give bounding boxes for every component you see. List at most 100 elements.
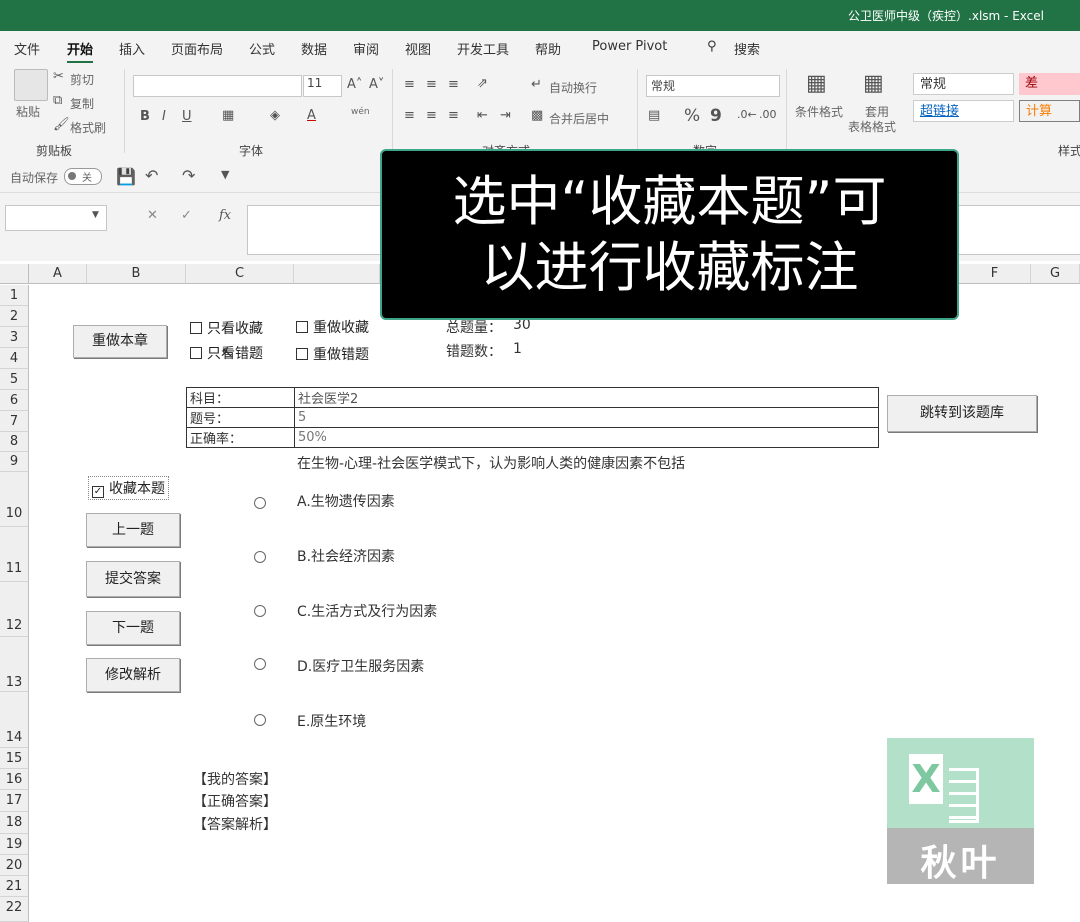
name-box-dropdown-icon[interactable]: ▼ <box>92 210 99 220</box>
submit-answer-button[interactable]: 提交答案 <box>86 561 180 597</box>
conditional-format-icon[interactable]: ▦ <box>806 71 827 96</box>
currency-icon[interactable]: ▤ <box>648 108 660 123</box>
column-header-d[interactable] <box>294 264 380 284</box>
option-e-label[interactable]: E.原生环境 <box>297 711 366 731</box>
redo-chapter-button[interactable]: 重做本章 <box>73 325 167 358</box>
column-header-a[interactable]: A <box>29 264 87 284</box>
option-c-label[interactable]: C.生活方式及行为因素 <box>297 601 437 621</box>
autosave-toggle[interactable]: 关 <box>64 168 102 185</box>
row-header[interactable]: 4 <box>0 348 29 369</box>
comma-button[interactable]: 9 <box>710 106 722 126</box>
option-d-label[interactable]: D.医疗卫生服务因素 <box>297 656 424 676</box>
row-header[interactable]: 16 <box>0 769 29 790</box>
row-header[interactable]: 13 <box>0 637 29 692</box>
column-header-b[interactable]: B <box>87 264 186 284</box>
save-icon[interactable]: 💾 <box>116 167 136 186</box>
copy-icon[interactable]: ⧉ <box>53 93 62 108</box>
underline-button[interactable]: U <box>182 109 192 124</box>
style-bad[interactable]: 差 <box>1019 73 1080 95</box>
style-calculation[interactable]: 计算 <box>1019 100 1080 122</box>
style-normal[interactable]: 常规 <box>913 73 1014 95</box>
favorite-question-checkbox[interactable]: ✓ 收藏本题 <box>88 476 169 500</box>
option-b-label[interactable]: B.社会经济因素 <box>297 546 395 566</box>
next-question-button[interactable]: 下一题 <box>86 611 180 645</box>
redo-favorites-checkbox[interactable]: 重做收藏 <box>296 317 369 337</box>
customize-qat-icon[interactable]: ▼ <box>221 168 229 181</box>
option-a-radio[interactable] <box>254 497 266 509</box>
conditional-format-button[interactable]: 条件格式 <box>795 103 843 120</box>
row-header[interactable]: 18 <box>0 812 29 834</box>
subject-value[interactable]: 社会医学2 <box>294 387 879 408</box>
cancel-icon[interactable]: ✕ <box>147 208 158 223</box>
row-header[interactable]: 17 <box>0 790 29 812</box>
orientation-icon[interactable]: ⇗ <box>477 76 488 91</box>
table-format-button-line2[interactable]: 表格格式 <box>848 118 896 135</box>
row-header[interactable]: 11 <box>0 527 29 582</box>
tab-home[interactable]: 开始 <box>67 39 94 64</box>
column-header-f[interactable]: F <box>959 264 1031 284</box>
redo-wrong-checkbox[interactable]: 重做错题 <box>296 344 369 364</box>
font-shrink-icon[interactable]: A˅ <box>369 77 384 92</box>
decrease-indent-icon[interactable]: ⇤ <box>477 108 488 123</box>
row-header[interactable]: 9 <box>0 452 29 472</box>
number-format-select[interactable]: 常规 <box>646 75 780 97</box>
row-header[interactable]: 6 <box>0 390 29 411</box>
row-header[interactable]: 3 <box>0 327 29 348</box>
accuracy-value[interactable]: 50% <box>294 427 879 448</box>
tab-insert[interactable]: 插入 <box>119 39 145 58</box>
fill-color-icon[interactable]: ◈ <box>270 108 280 123</box>
tab-developer[interactable]: 开发工具 <box>457 39 509 58</box>
cut-button[interactable]: 剪切 <box>70 71 94 88</box>
decrease-decimal-icon[interactable]: .00 <box>759 108 777 121</box>
font-color-icon[interactable]: A <box>307 108 316 123</box>
tab-review[interactable]: 审阅 <box>353 39 379 58</box>
edit-analysis-button[interactable]: 修改解析 <box>86 658 180 692</box>
copy-button[interactable]: 复制 <box>70 95 94 112</box>
row-header[interactable]: 7 <box>0 411 29 432</box>
select-all-corner[interactable] <box>0 264 29 284</box>
row-header[interactable]: 2 <box>0 306 29 327</box>
row-header[interactable]: 5 <box>0 369 29 390</box>
align-left-icon[interactable]: ≡ <box>404 108 415 123</box>
tab-power-pivot[interactable]: Power Pivot <box>592 39 667 54</box>
only-favorites-checkbox[interactable]: 只看收藏 <box>190 318 263 338</box>
jump-to-bank-button[interactable]: 跳转到该题库 <box>887 395 1037 432</box>
option-e-radio[interactable] <box>254 714 266 726</box>
font-size-select[interactable]: 11 <box>303 75 342 97</box>
tab-formulas[interactable]: 公式 <box>249 39 275 58</box>
cut-icon[interactable]: ✂ <box>53 69 64 84</box>
enter-icon[interactable]: ✓ <box>181 208 192 223</box>
merge-center-button[interactable]: 合并后居中 <box>549 110 609 127</box>
row-header[interactable]: 19 <box>0 834 29 855</box>
wrap-text-icon[interactable]: ↵ <box>531 77 542 92</box>
tab-data[interactable]: 数据 <box>301 39 327 58</box>
option-c-radio[interactable] <box>254 605 266 617</box>
column-header-c[interactable]: C <box>186 264 294 284</box>
align-middle-icon[interactable]: ≡ <box>426 77 437 92</box>
insert-function-button[interactable]: fx <box>219 208 231 223</box>
row-header[interactable]: 10 <box>0 472 29 527</box>
align-center-icon[interactable]: ≡ <box>426 108 437 123</box>
option-b-radio[interactable] <box>254 551 266 563</box>
row-header[interactable]: 21 <box>0 876 29 897</box>
format-painter-button[interactable]: 格式刷 <box>70 119 106 136</box>
row-header[interactable]: 22 <box>0 897 29 922</box>
phonetic-icon[interactable]: wén <box>351 107 370 117</box>
search-icon[interactable]: ⚲ <box>707 39 717 54</box>
tab-file[interactable]: 文件 <box>14 39 40 58</box>
style-hyperlink[interactable]: 超链接 <box>913 100 1014 122</box>
question-number-value[interactable]: 5 <box>294 407 879 428</box>
row-header[interactable]: 1 <box>0 285 29 306</box>
redo-icon[interactable]: ↷ <box>182 166 195 185</box>
align-bottom-icon[interactable]: ≡ <box>448 77 459 92</box>
align-top-icon[interactable]: ≡ <box>404 77 415 92</box>
border-icon[interactable]: ▦ <box>222 108 234 123</box>
font-name-select[interactable] <box>133 75 302 97</box>
table-format-icon[interactable]: ▦ <box>863 71 884 96</box>
row-header[interactable]: 12 <box>0 582 29 637</box>
format-painter-icon[interactable]: 🖌 <box>53 117 70 132</box>
paste-icon[interactable] <box>14 69 48 101</box>
tab-help[interactable]: 帮助 <box>535 39 561 58</box>
increase-indent-icon[interactable]: ⇥ <box>500 108 511 123</box>
previous-question-button[interactable]: 上一题 <box>86 513 180 547</box>
